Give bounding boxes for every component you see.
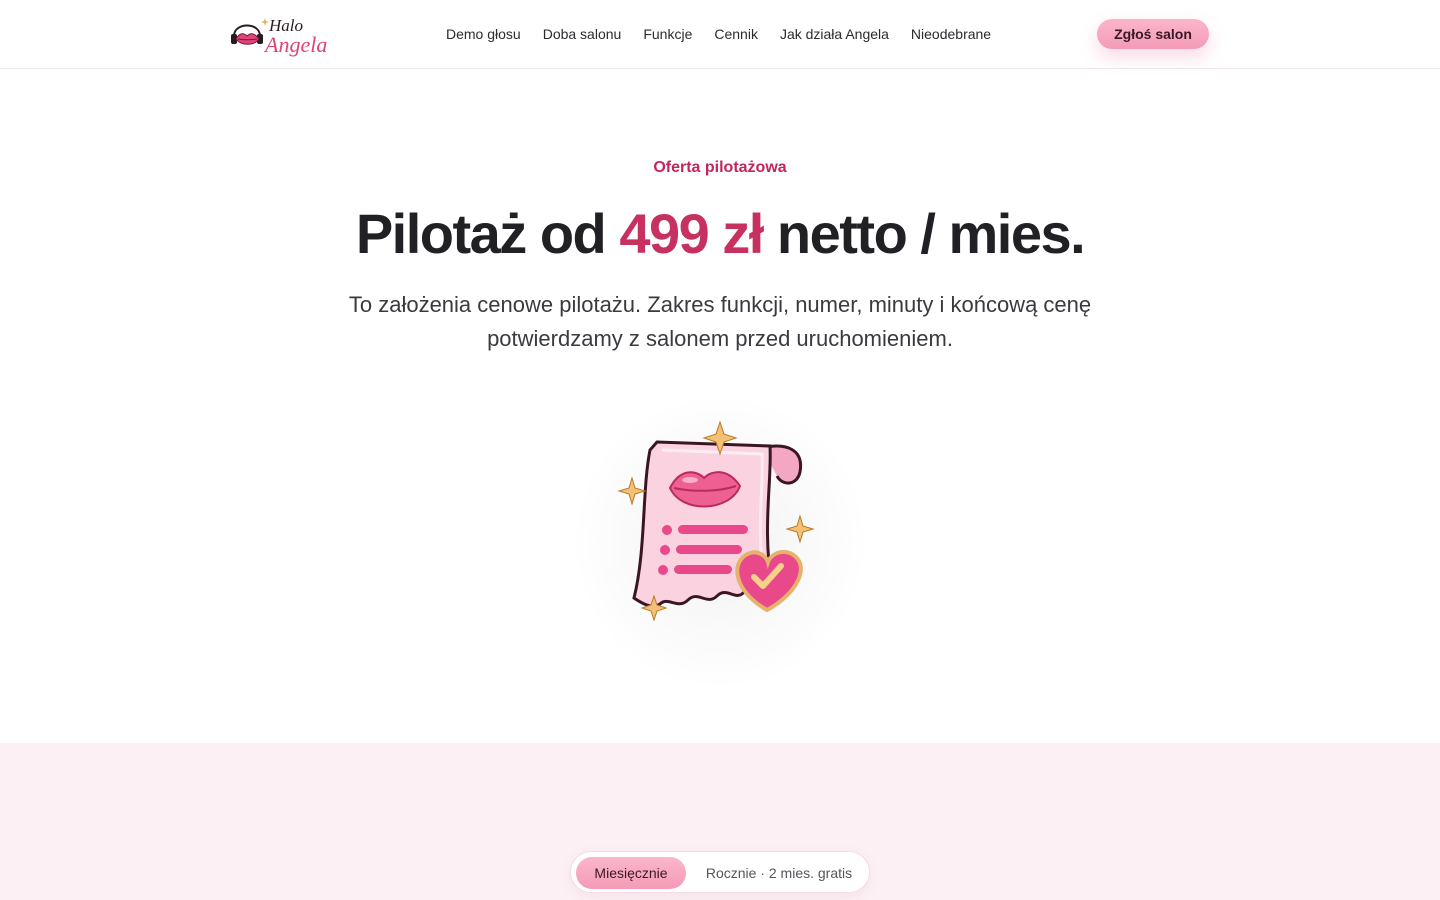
title-prefix: Pilotaż od	[355, 202, 620, 265]
title-price: 499 zł	[619, 202, 764, 265]
billing-yearly-option[interactable]: Rocznie · 2 mies. gratis	[695, 857, 863, 889]
receipt-with-lips-and-heart-icon	[617, 420, 815, 622]
nav-cennik[interactable]: Cennik	[714, 24, 758, 44]
hero-subtitle: To założenia cenowe pilotażu. Zakres fun…	[348, 292, 1092, 351]
nav-demo-glosu[interactable]: Demo głosu	[446, 24, 521, 44]
svg-text:Angela: Angela	[263, 32, 327, 57]
title-suffix: netto / mies.	[762, 202, 1086, 265]
logo[interactable]: Halo Angela	[229, 12, 341, 58]
nav-doba-salonu[interactable]: Doba salonu	[543, 24, 622, 44]
site-header: Halo Angela Demo głosu Doba salonu Funkc…	[0, 0, 1440, 69]
hero-title: Pilotaż od 499 zł netto / mies.	[0, 198, 1440, 270]
report-salon-button[interactable]: Zgłoś salon	[1097, 19, 1209, 49]
billing-monthly-option[interactable]: Miesięcznie	[576, 857, 686, 889]
hero-eyebrow: Oferta pilotażowa	[653, 159, 787, 176]
logo-lips-headset-icon: Halo Angela	[231, 16, 327, 57]
nav-funkcje[interactable]: Funkcje	[643, 24, 692, 44]
main-nav: Demo głosu Doba salonu Funkcje Cennik Ja…	[446, 24, 1013, 44]
nav-jak-dziala[interactable]: Jak działa Angela	[780, 24, 889, 44]
billing-period-toggle: Miesięcznie Rocznie · 2 mies. gratis	[570, 851, 870, 893]
nav-nieodebrane[interactable]: Nieodebrane	[911, 24, 991, 44]
